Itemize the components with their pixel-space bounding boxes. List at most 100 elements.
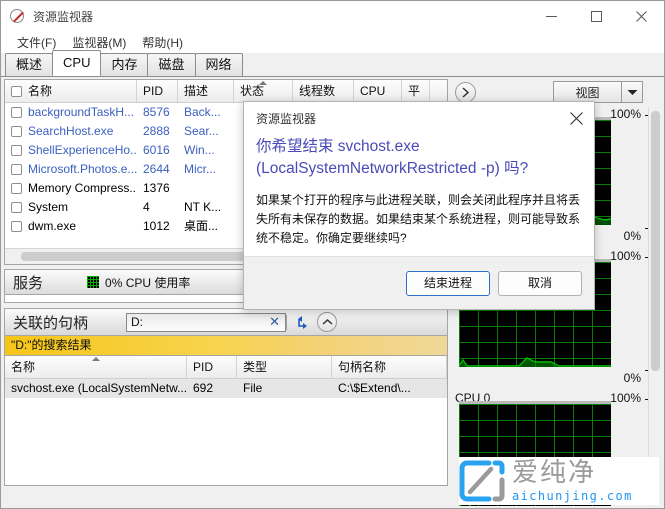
maximize-icon[interactable] — [574, 1, 619, 32]
watermark-en: aichunjing.com — [512, 488, 633, 503]
tab-strip: 概述 CPU 内存 磁盘 网络 — [1, 50, 664, 77]
dialog-title-bar: 资源监视器 — [244, 102, 594, 134]
view-dropdown[interactable]: 视图 — [553, 81, 643, 103]
process-name: System — [28, 200, 69, 214]
process-pid: 1012 — [143, 219, 170, 233]
process-pid: 4 — [143, 200, 150, 214]
search-refresh-icon[interactable] — [293, 313, 311, 331]
tab-memory[interactable]: 内存 — [100, 53, 149, 76]
divider — [286, 314, 288, 330]
resource-monitor-icon — [10, 8, 26, 25]
processes-col-pid[interactable]: PID — [137, 80, 178, 102]
title-bar: 资源监视器 — [1, 1, 664, 32]
process-description: Micr... — [184, 162, 216, 176]
cancel-button[interactable]: 取消 — [498, 270, 582, 296]
processes-col-threads[interactable]: 线程数 — [293, 80, 354, 102]
row-checkbox[interactable] — [11, 202, 22, 213]
dialog-close-icon[interactable] — [558, 103, 594, 133]
dialog-body: 你希望结束 svchost.exe (LocalSystemNetworkRes… — [244, 136, 594, 248]
handles-col-type[interactable]: 类型 — [237, 356, 332, 378]
dialog-title: 资源监视器 — [256, 111, 317, 126]
graph-max-label: 100% — [610, 107, 641, 121]
process-pid: 6016 — [143, 143, 170, 157]
table-row[interactable]: svchost.exe (LocalSystemNetw... 692 File… — [5, 379, 447, 398]
process-description: Win... — [184, 143, 215, 157]
handle-pid: 692 — [193, 381, 214, 395]
process-name: backgroundTaskH... — [28, 105, 135, 119]
process-pid: 1376 — [143, 181, 170, 195]
scrollbar-thumb[interactable] — [651, 111, 660, 371]
row-checkbox[interactable] — [11, 221, 22, 232]
processes-col-cpu[interactable]: CPU — [354, 80, 402, 102]
handles-col-handle-name[interactable]: 句柄名称 — [332, 356, 447, 378]
aichunjing-logo-icon — [459, 460, 505, 502]
handles-grid: 名称 PID 类型 句柄名称 svchost.exe (LocalSystemN… — [4, 355, 448, 486]
handles-section-header[interactable]: 关联的句柄 D: ✕ — [4, 308, 448, 336]
watermark-text: 爱纯净 aichunjing.com — [512, 460, 633, 503]
dialog-heading: 你希望结束 svchost.exe (LocalSystemNetworkRes… — [256, 138, 529, 177]
handle-search-input[interactable]: D: ✕ — [126, 312, 287, 332]
end-process-dialog: 资源监视器 你希望结束 svchost.exe (LocalSystemNetw… — [243, 101, 595, 310]
process-name: SearchHost.exe — [28, 124, 114, 138]
process-name: dwm.exe — [28, 219, 77, 233]
resource-monitor-window: 资源监视器 文件(F) 监视器(M) 帮助(H) 概述 CPU 内存 磁盘 网络 — [0, 0, 665, 509]
process-name: Microsoft.Photos.e... — [28, 162, 137, 176]
process-pid: 2644 — [143, 162, 170, 176]
process-name: ShellExperienceHo... — [28, 143, 137, 157]
tab-network[interactable]: 网络 — [194, 53, 243, 76]
search-result-banner: "D:"的搜索结果 — [4, 336, 448, 355]
dialog-footer: 结束进程 取消 — [244, 256, 594, 309]
collapse-chevron-icon[interactable] — [317, 312, 338, 332]
close-icon[interactable] — [619, 1, 664, 32]
process-description: Back... — [184, 105, 221, 119]
watermark-cn: 爱纯净 — [512, 457, 597, 488]
services-mini-graph-icon — [87, 276, 100, 288]
select-all-checkbox[interactable] — [11, 85, 22, 97]
row-checkbox[interactable] — [11, 183, 22, 194]
processes-col-average[interactable]: 平 — [402, 80, 430, 102]
processes-col-status[interactable]: 状态 — [234, 80, 293, 102]
tab-overview[interactable]: 概述 — [5, 53, 54, 76]
row-checkbox[interactable] — [11, 164, 22, 175]
view-dropdown-label: 视图 — [575, 85, 600, 100]
processes-header-row: 名称 PID 描述 状态 线程数 CPU 平 — [5, 80, 447, 103]
chevron-down-icon[interactable] — [621, 82, 642, 102]
handle-search-value: D: — [131, 315, 144, 329]
handle-path: C:\$Extend\... — [338, 381, 411, 395]
window-title: 资源监视器 — [33, 10, 94, 24]
process-description: NT K... — [184, 200, 222, 214]
watermark: 爱纯净 aichunjing.com — [459, 457, 659, 505]
handles-col-name[interactable]: 名称 — [5, 356, 187, 378]
processes-col-name[interactable]: 名称 — [5, 80, 137, 102]
end-process-button[interactable]: 结束进程 — [406, 270, 490, 296]
process-description — [178, 179, 234, 198]
window-controls — [529, 1, 664, 32]
tab-cpu[interactable]: CPU — [52, 50, 102, 76]
process-description: Sear... — [184, 124, 219, 138]
graph-min-label: 0% — [623, 229, 641, 243]
tab-disk[interactable]: 磁盘 — [147, 53, 196, 76]
row-checkbox[interactable] — [11, 145, 22, 156]
row-checkbox[interactable] — [11, 107, 22, 118]
handles-col-pid[interactable]: PID — [187, 356, 237, 378]
minimize-icon[interactable] — [529, 1, 574, 32]
process-description: 桌面... — [184, 219, 219, 233]
process-name: Memory Compress... — [28, 181, 137, 195]
menu-item-help[interactable]: 帮助(H) — [134, 32, 191, 53]
expand-chevron-right-icon[interactable] — [455, 82, 476, 103]
handles-panel: 关联的句柄 D: ✕ "D:"的搜索结果 名称 PID 类型 句柄名称 svch… — [4, 308, 448, 488]
row-checkbox[interactable] — [11, 126, 22, 137]
graphs-vertical-scrollbar[interactable] — [648, 107, 663, 506]
graph-max-label: 100% — [610, 249, 641, 263]
process-pid: 2888 — [143, 124, 170, 138]
handle-type: File — [243, 381, 263, 395]
handles-title: 关联的句柄 — [13, 314, 89, 332]
handle-name: svchost.exe (LocalSystemNetw... — [11, 381, 187, 395]
clear-icon[interactable]: ✕ — [269, 314, 280, 330]
processes-col-description[interactable]: 描述 — [178, 80, 234, 102]
services-cpu-usage: 0% CPU 使用率 — [105, 275, 191, 290]
graph-min-label: 0% — [623, 371, 641, 385]
process-pid: 8576 — [143, 105, 170, 119]
handles-header-row: 名称 PID 类型 句柄名称 — [5, 356, 447, 379]
graph-max-label: 100% — [610, 391, 641, 405]
